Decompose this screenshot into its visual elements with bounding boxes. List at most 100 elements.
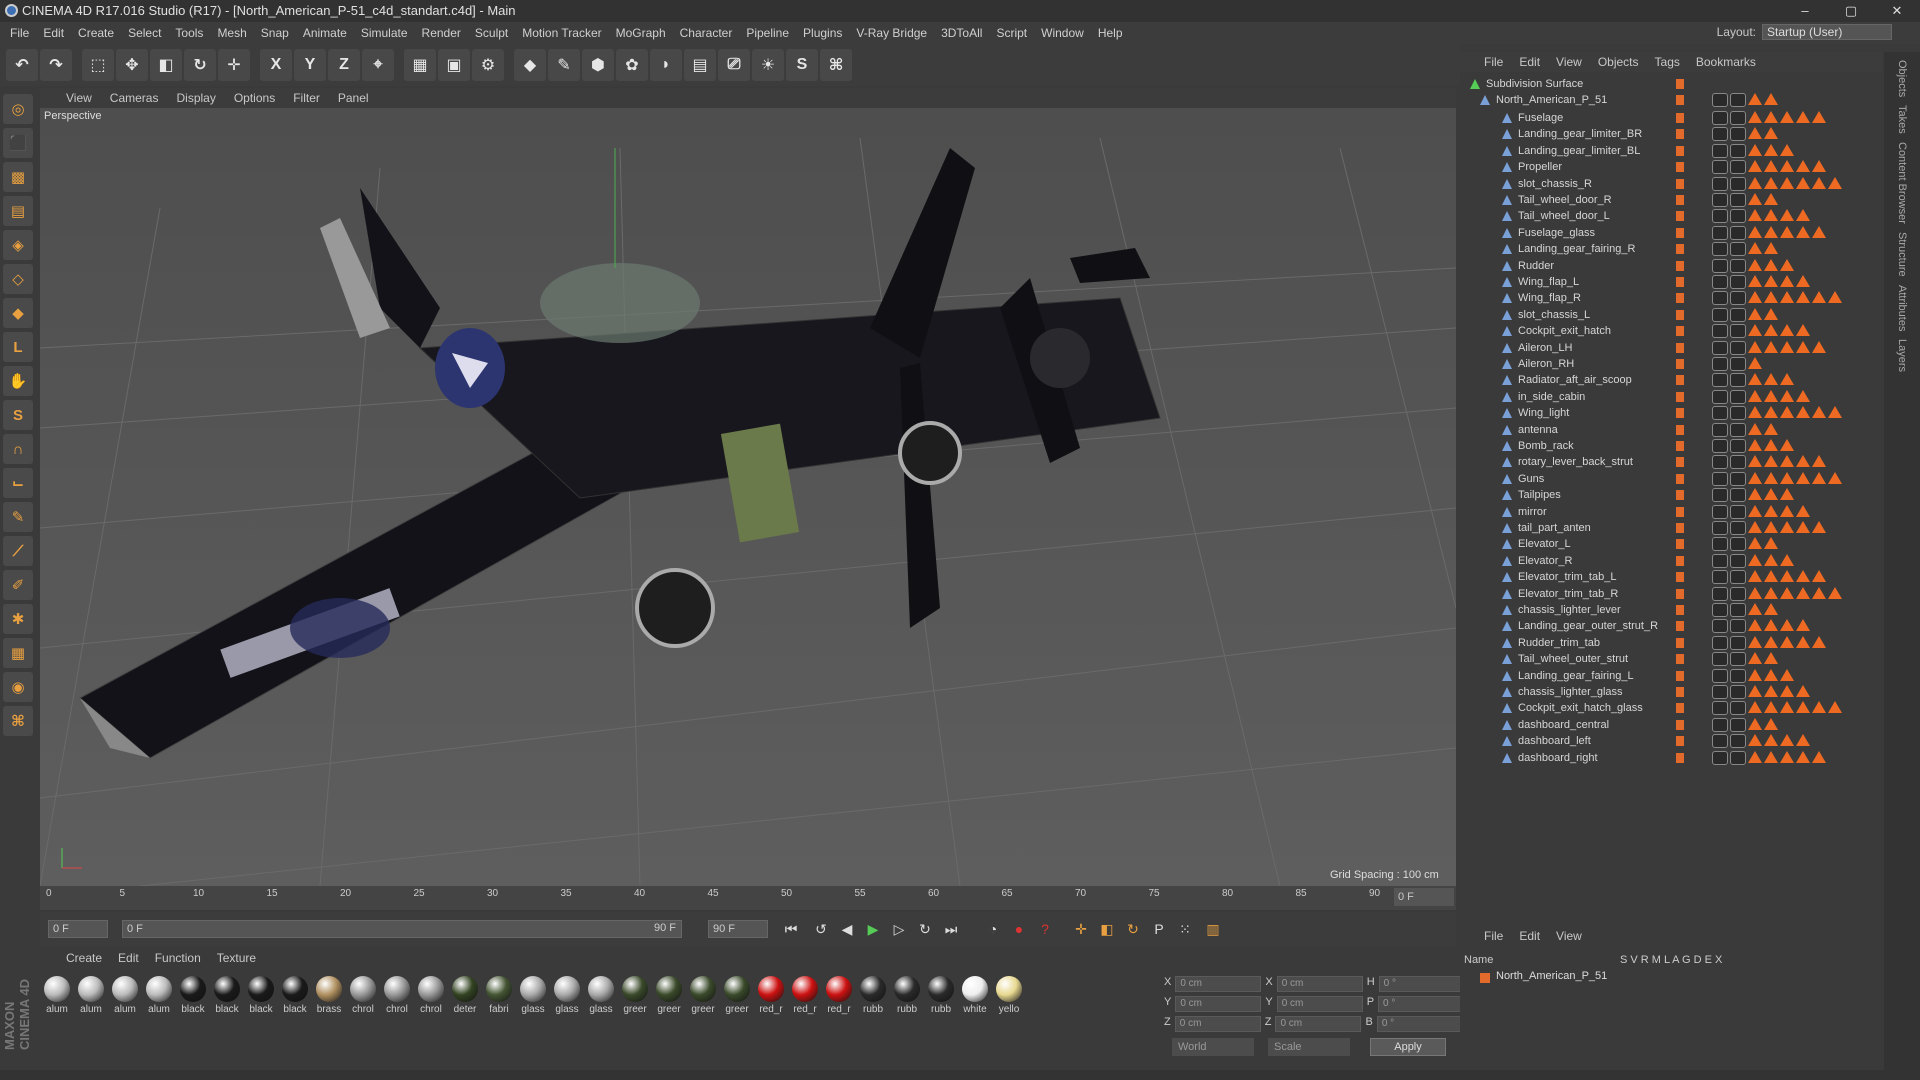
texture-tag-icon[interactable] <box>1730 176 1746 191</box>
phong-tag-icon[interactable] <box>1780 668 1794 681</box>
material-swatch[interactable]: chrol <box>382 976 412 1015</box>
phong-tag-icon[interactable] <box>1764 373 1778 386</box>
layer-color-flag[interactable] <box>1676 309 1684 320</box>
z-axis-button[interactable]: Z <box>328 49 360 81</box>
phong-tag-icon[interactable] <box>1764 652 1778 665</box>
phong-tag-icon[interactable] <box>1780 701 1794 714</box>
layer-color-flag[interactable] <box>1676 457 1684 468</box>
texture-tag-icon[interactable] <box>1712 193 1728 207</box>
material-swatch[interactable]: alum <box>110 976 140 1015</box>
material-swatch[interactable]: black <box>246 976 276 1015</box>
phong-tag-icon[interactable] <box>1764 553 1778 566</box>
material-swatch[interactable]: glass <box>552 976 582 1015</box>
texture-tag-icon[interactable] <box>1730 357 1746 371</box>
phong-tag-icon[interactable] <box>1796 455 1810 468</box>
phong-tag-icon[interactable] <box>1764 176 1778 189</box>
phong-tag-icon[interactable] <box>1796 750 1810 763</box>
texture-tag-icon[interactable] <box>1712 422 1728 437</box>
menu-window[interactable]: Window <box>1041 26 1084 40</box>
phong-tag-icon[interactable] <box>1764 242 1778 255</box>
phong-tag-icon[interactable] <box>1780 275 1794 287</box>
timeline-window-button[interactable]: ▥ <box>1202 918 1224 940</box>
texture-tag-icon[interactable] <box>1712 275 1728 289</box>
timeline-ruler[interactable]: 0 F 0 5 10 15 20 25 30 35 40 45 50 55 60 65 70 75 80 85 90 <box>40 886 1456 910</box>
texture-tag-icon[interactable] <box>1712 324 1728 339</box>
phong-tag-icon[interactable] <box>1748 471 1762 484</box>
phong-tag-icon[interactable] <box>1780 488 1794 501</box>
object-menu-bookmarks[interactable]: Bookmarks <box>1696 55 1756 69</box>
phong-tag-icon[interactable] <box>1748 734 1762 747</box>
side-tab-content-browser[interactable]: Content Browser <box>1896 142 1908 224</box>
phong-tag-icon[interactable] <box>1764 750 1778 763</box>
texture-tag-icon[interactable] <box>1712 455 1728 470</box>
undo-button[interactable]: ↶ <box>6 49 38 81</box>
texture-tag-icon[interactable] <box>1712 553 1728 568</box>
texture-tag-icon[interactable] <box>1712 258 1728 273</box>
phong-tag-icon[interactable] <box>1748 668 1762 681</box>
texture-tag-icon[interactable] <box>1712 668 1728 683</box>
layer-color-flag[interactable] <box>1676 79 1684 89</box>
layer-color-flag[interactable] <box>1676 95 1684 105</box>
phong-tag-icon[interactable] <box>1796 521 1810 533</box>
texture-tag-icon[interactable] <box>1730 521 1746 535</box>
snap-button[interactable]: S <box>3 400 33 430</box>
phong-tag-icon[interactable] <box>1748 553 1762 566</box>
layer-color-flag[interactable] <box>1676 588 1684 599</box>
texture-tag-icon[interactable] <box>1730 422 1746 437</box>
material-swatch[interactable]: black <box>212 976 242 1015</box>
texture-tag-icon[interactable] <box>1712 242 1728 257</box>
phong-tag-icon[interactable] <box>1764 209 1778 222</box>
texture-tag-icon[interactable] <box>1730 455 1746 470</box>
layer-color-flag[interactable] <box>1676 539 1684 550</box>
phong-tag-icon[interactable] <box>1764 291 1778 304</box>
phong-tag-icon[interactable] <box>1780 225 1794 238</box>
menu-sculpt[interactable]: Sculpt <box>475 26 508 40</box>
phong-tag-icon[interactable] <box>1764 275 1778 287</box>
texture-tag-icon[interactable] <box>1712 209 1728 224</box>
texture-tag-icon[interactable] <box>1730 143 1746 158</box>
menu-mograph[interactable]: MoGraph <box>616 26 666 40</box>
scale-tool-button[interactable]: ◧ <box>150 49 182 81</box>
make-editable-button[interactable]: ◎ <box>3 94 33 124</box>
phong-tag-icon[interactable] <box>1764 455 1778 468</box>
texture-tag-icon[interactable] <box>1730 570 1746 585</box>
phong-tag-icon[interactable] <box>1748 193 1762 205</box>
phong-tag-icon[interactable] <box>1764 307 1778 320</box>
go-to-end-button[interactable]: ⏭ <box>940 918 962 940</box>
phong-tag-icon[interactable] <box>1796 570 1810 583</box>
texture-tag-icon[interactable] <box>1730 685 1746 699</box>
material-swatch[interactable]: black <box>280 976 310 1015</box>
phong-tag-icon[interactable] <box>1748 111 1762 123</box>
cloner-button[interactable]: ✿ <box>616 49 648 81</box>
texture-tag-icon[interactable] <box>1730 668 1746 683</box>
phong-tag-icon[interactable] <box>1764 668 1778 681</box>
object-list-item[interactable]: dashboard_right <box>1460 748 1880 768</box>
phong-tag-icon[interactable] <box>1748 389 1762 402</box>
phong-tag-icon[interactable] <box>1796 701 1810 714</box>
texture-tag-icon[interactable] <box>1730 652 1746 667</box>
spline-pen-button[interactable]: ✎ <box>548 49 580 81</box>
texture-tag-icon[interactable] <box>1730 635 1746 650</box>
side-tab-layers[interactable]: Layers <box>1896 339 1908 372</box>
phong-tag-icon[interactable] <box>1812 111 1826 123</box>
phong-tag-icon[interactable] <box>1812 471 1826 484</box>
phong-tag-icon[interactable] <box>1748 619 1762 632</box>
phong-tag-icon[interactable] <box>1812 340 1826 353</box>
layer-color-flag[interactable] <box>1676 162 1684 173</box>
menu-motion-tracker[interactable]: Motion Tracker <box>522 26 601 40</box>
layer-color-flag[interactable] <box>1676 687 1684 697</box>
phong-tag-icon[interactable] <box>1812 635 1826 648</box>
phong-tag-icon[interactable] <box>1764 504 1778 517</box>
texture-tag-icon[interactable] <box>1712 340 1728 355</box>
autokey-button[interactable]: ? <box>1034 918 1056 940</box>
material-menu-edit[interactable]: Edit <box>118 951 139 965</box>
key-position-button[interactable]: ✛ <box>1070 918 1092 940</box>
menu-tools[interactable]: Tools <box>175 26 203 40</box>
phong-tag-icon[interactable] <box>1748 127 1762 140</box>
z-position-field[interactable]: 0 cm <box>1174 1016 1261 1032</box>
phong-tag-icon[interactable] <box>1748 209 1762 222</box>
texture-tag-icon[interactable] <box>1730 734 1746 749</box>
texture-tag-icon[interactable] <box>1730 439 1746 453</box>
texture-tag-icon[interactable] <box>1730 225 1746 240</box>
preview-range-slider[interactable]: 0 F <box>122 920 682 938</box>
